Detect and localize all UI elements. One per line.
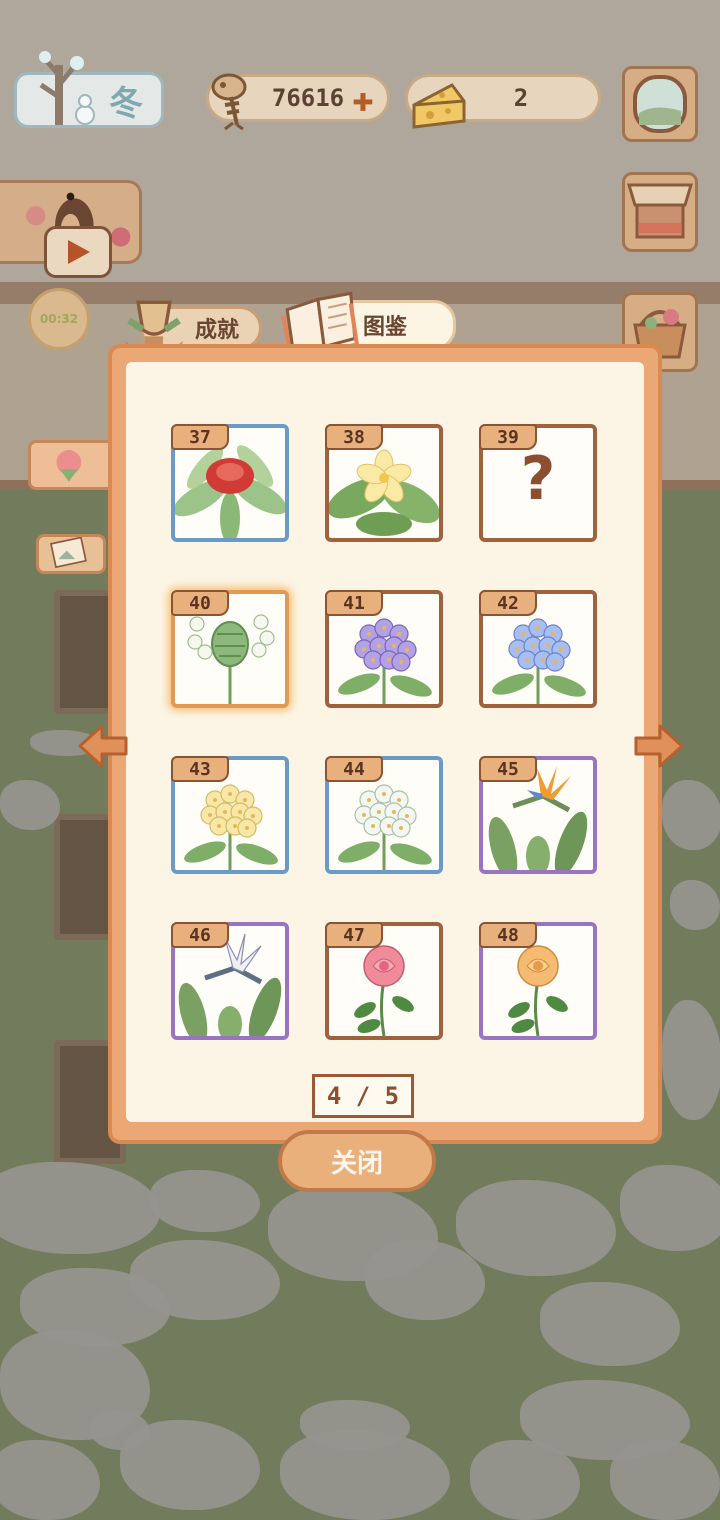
prev-page-arrow[interactable] bbox=[76, 722, 130, 770]
photo-tag-button[interactable] bbox=[36, 534, 106, 574]
codex-dialog: 37 38 39? 40 41 42 43 44 45 46 47 48 bbox=[108, 344, 662, 1144]
window-button[interactable] bbox=[622, 66, 698, 142]
stall-button[interactable] bbox=[622, 172, 698, 252]
countdown-timer: 00:32 bbox=[28, 288, 90, 350]
close-button[interactable]: 关闭 bbox=[278, 1130, 436, 1192]
flower-card[interactable]: 45 bbox=[479, 756, 597, 874]
close-button-label: 关闭 bbox=[330, 1148, 383, 1179]
flower-card-number: 45 bbox=[479, 756, 537, 782]
codex-panel: 37 38 39? 40 41 42 43 44 45 46 47 48 bbox=[126, 362, 644, 1122]
next-page-arrow[interactable] bbox=[632, 722, 686, 770]
season-label: 冬 bbox=[109, 83, 145, 124]
snowy-tree-icon bbox=[39, 51, 95, 125]
flower-card-number: 44 bbox=[325, 756, 383, 782]
flower-card[interactable]: 48 bbox=[479, 922, 597, 1040]
season-badge[interactable]: 冬 bbox=[14, 51, 164, 128]
play-icon bbox=[68, 240, 90, 264]
flower-card[interactable]: 42 bbox=[479, 590, 597, 708]
flower-card-number: 46 bbox=[171, 922, 229, 948]
rose-icon bbox=[56, 450, 82, 482]
locked-question-mark: ? bbox=[520, 444, 556, 514]
add-fish-button[interactable]: ✚ bbox=[347, 82, 379, 118]
flower-card[interactable]: 37 bbox=[171, 424, 289, 542]
flower-card-number: 42 bbox=[479, 590, 537, 616]
flower-card[interactable]: 41 bbox=[325, 590, 443, 708]
tab-achievements-label: 成就 bbox=[195, 318, 240, 343]
flower-card-number: 43 bbox=[171, 756, 229, 782]
tab-codex-label: 图鉴 bbox=[363, 315, 408, 340]
flower-card[interactable]: 39? bbox=[479, 424, 597, 542]
cheese-icon bbox=[412, 83, 466, 129]
flower-card[interactable]: 40 bbox=[171, 590, 289, 708]
flower-card[interactable]: 44 bbox=[325, 756, 443, 874]
flower-card-number: 41 bbox=[325, 590, 383, 616]
flower-card[interactable]: 38 bbox=[325, 424, 443, 542]
tab-codex[interactable]: 图鉴 bbox=[281, 291, 456, 357]
flower-card[interactable]: 47 bbox=[325, 922, 443, 1040]
flower-card-number: 48 bbox=[479, 922, 537, 948]
play-video-button[interactable] bbox=[44, 226, 112, 278]
photo-icon bbox=[50, 536, 87, 569]
cheese-count: 2 bbox=[513, 84, 529, 112]
flower-card-number: 37 bbox=[171, 424, 229, 450]
page-indicator: 4 / 5 bbox=[312, 1074, 414, 1118]
flower-card-number: 38 bbox=[325, 424, 383, 450]
fish-bone-icon bbox=[211, 73, 247, 131]
cheese-counter: 2 bbox=[405, 74, 601, 129]
flower-card[interactable]: 46 bbox=[171, 922, 289, 1040]
flower-card-number: 40 bbox=[171, 590, 229, 616]
flower-card-number: 47 bbox=[325, 922, 383, 948]
stall-icon bbox=[626, 183, 694, 239]
fish-bone-count: 76616 bbox=[271, 84, 345, 112]
flower-card-number: 39 bbox=[479, 424, 537, 450]
flower-card[interactable]: 43 bbox=[171, 756, 289, 874]
fish-bone-counter: 76616 ✚ bbox=[206, 73, 390, 131]
window-icon bbox=[633, 75, 687, 133]
